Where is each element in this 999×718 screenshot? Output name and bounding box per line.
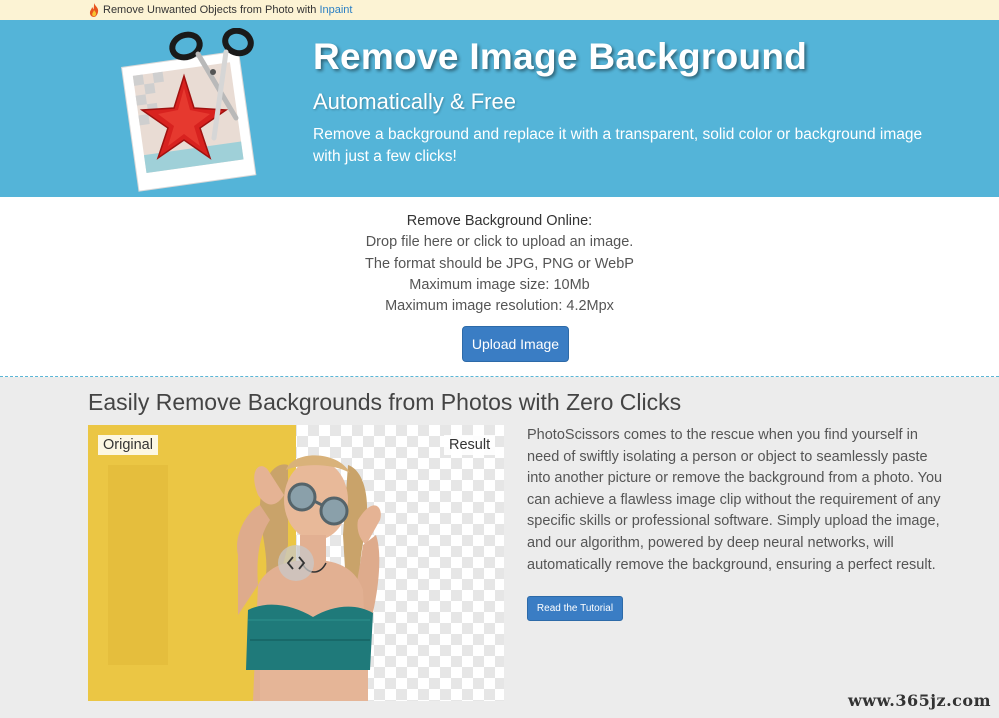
hero-subtitle: Automatically & Free [313,89,516,114]
original-label: Original [98,435,158,455]
upload-resolution-info: Maximum image resolution: 4.2Mpx [385,298,614,314]
hero-banner: Remove Image Background Automatically & … [0,20,999,197]
feature-description: PhotoScissors comes to the rescue when y… [527,427,943,573]
fire-icon [89,3,99,17]
upload-instruction: Drop file here or click to upload an ima… [365,234,634,250]
hero-description: Remove a background and replace it with … [313,126,923,165]
upload-size-info: Maximum image size: 10Mb [409,277,590,293]
upload-title: Remove Background Online: [406,213,593,229]
chevron-left-right-icon [286,556,306,570]
upload-image-button[interactable]: Upload Image [462,326,569,362]
upload-dropzone[interactable]: Remove Background Online: Drop file here… [0,197,999,377]
result-label: Result [444,435,496,455]
feature-title: Easily Remove Backgrounds from Photos wi… [88,389,682,415]
comparison-slider-handle[interactable] [278,545,314,581]
inpaint-link[interactable]: Inpaint [319,4,352,16]
watermark: www.365jz.com [848,691,991,710]
promo-text: Remove Unwanted Objects from Photo with … [103,4,353,16]
photoscissors-logo [121,28,257,192]
promo-bar: Remove Unwanted Objects from Photo with … [0,0,999,20]
before-after-comparison[interactable]: Original Result [88,425,504,701]
read-tutorial-button[interactable]: Read the Tutorial [527,596,623,621]
upload-format-info: The format should be JPG, PNG or WebP [365,256,634,272]
hero-title: Remove Image Background [313,36,808,77]
